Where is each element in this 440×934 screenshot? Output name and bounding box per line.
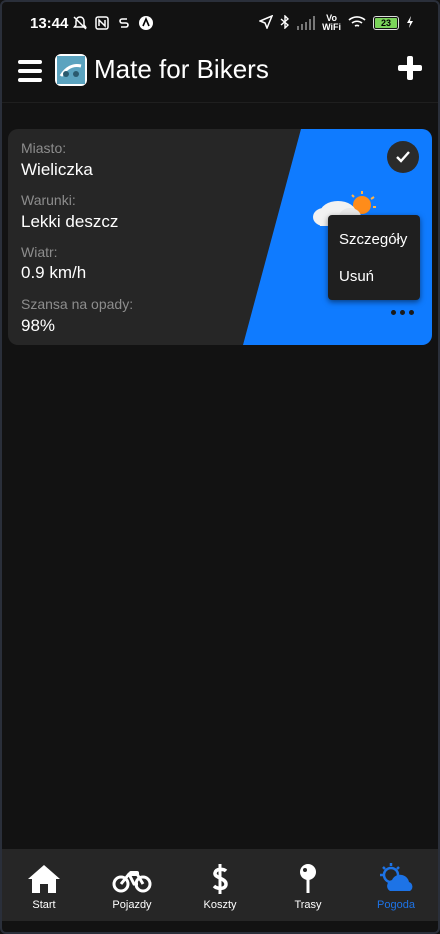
nav-label-start: Start	[32, 899, 56, 911]
weather-icon	[376, 863, 416, 895]
bottom-nav: Start Pojazdy Koszty Trasy Pogoda	[0, 849, 440, 921]
select-check-button[interactable]	[387, 141, 419, 173]
signal-icon	[297, 16, 316, 30]
checkmark-icon	[396, 151, 410, 163]
nav-label-costs: Koszty	[203, 899, 237, 911]
vowifi-indicator: Vo WiFi	[322, 14, 341, 32]
more-options-icon[interactable]	[391, 310, 414, 315]
conditions-label: Warunki:	[21, 192, 76, 208]
dollar-icon	[200, 863, 240, 895]
add-button[interactable]	[398, 56, 422, 80]
app-logo-icon	[55, 54, 87, 86]
nav-label-vehicles: Pojazdy	[112, 899, 152, 911]
page-title: Mate for Bikers	[94, 54, 269, 84]
charging-icon	[406, 15, 414, 31]
nav-label-routes: Trasy	[294, 899, 322, 911]
nfc-icon	[94, 15, 110, 31]
nav-item-vehicles[interactable]: Pojazdy	[88, 849, 176, 921]
nav-label-weather: Pogoda	[377, 899, 415, 911]
rain-chance-label: Szansa na opady:	[21, 296, 134, 312]
home-icon	[24, 863, 64, 895]
conditions-value: Lekki deszcz	[21, 212, 119, 231]
vowifi-bottom: WiFi	[322, 22, 341, 32]
rain-chance-value: 98%	[21, 316, 56, 335]
location-icon	[258, 14, 274, 32]
status-bar: 13:44 Vo WiFi 23	[0, 0, 440, 48]
motorcycle-icon	[112, 863, 152, 895]
wifi-icon	[348, 15, 366, 32]
battery-level: 23	[380, 18, 391, 28]
map-pin-icon	[288, 863, 328, 895]
menu-item-delete[interactable]: Usuń	[339, 268, 374, 285]
nav-item-start[interactable]: Start	[0, 849, 88, 921]
nav-item-weather[interactable]: Pogoda	[352, 849, 440, 921]
system-nav-area	[0, 921, 440, 934]
city-value: Wieliczka	[21, 160, 93, 179]
nav-item-costs[interactable]: Koszty	[176, 849, 264, 921]
battery-icon: 23	[373, 16, 399, 30]
app-s-icon	[116, 15, 132, 31]
menu-item-details[interactable]: Szczegóły	[339, 231, 407, 248]
bluetooth-icon	[280, 13, 290, 32]
wind-value: 0.9 km/h	[21, 263, 87, 282]
app-bar: Mate for Bikers	[0, 48, 440, 103]
status-right-icons: Vo WiFi 23	[258, 13, 414, 32]
context-menu: Szczegóły Usuń	[328, 215, 420, 300]
app-a-icon	[138, 15, 154, 31]
wind-label: Wiatr:	[21, 244, 58, 260]
status-left-icons	[72, 15, 154, 31]
menu-icon[interactable]	[18, 60, 42, 82]
nav-item-routes[interactable]: Trasy	[264, 849, 352, 921]
status-time: 13:44	[30, 15, 69, 32]
city-label: Miasto:	[21, 140, 67, 156]
notifications-off-icon	[72, 15, 88, 31]
